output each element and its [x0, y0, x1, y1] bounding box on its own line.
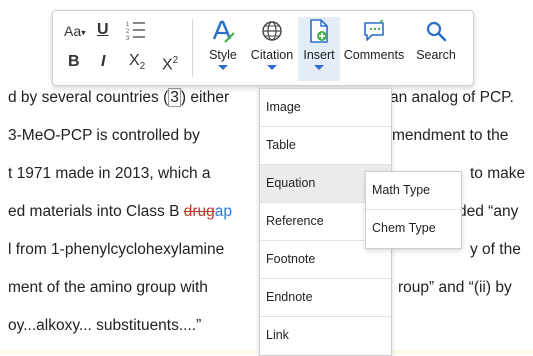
- list-icon: 1 2 3: [126, 22, 145, 42]
- italic-button[interactable]: I: [101, 52, 105, 72]
- toolbar-divider: [192, 19, 193, 77]
- dropdown-arrow-icon: [267, 65, 277, 70]
- style-icon: [212, 20, 235, 43]
- doc-line-1: d by several countries (3) either: [8, 88, 230, 107]
- deleted-text[interactable]: drug: [184, 203, 215, 220]
- superscript-button[interactable]: X2: [162, 51, 178, 75]
- doc-line-7: oy...alkoxy... substituents....”: [8, 317, 202, 334]
- citation-marker[interactable]: 3: [168, 88, 181, 107]
- insert-document-icon: [310, 19, 328, 43]
- list-button[interactable]: 1 2 3: [125, 19, 147, 47]
- svg-text:3: 3: [126, 36, 130, 41]
- equation-submenu: Math Type Chem Type: [365, 171, 462, 249]
- doc-line-4-end: ded “any: [458, 203, 519, 220]
- underline-button[interactable]: U: [97, 20, 109, 40]
- inserted-text[interactable]: ap: [215, 203, 232, 220]
- doc-line-2-end: mendment to the: [392, 127, 509, 144]
- citation-button[interactable]: Citation: [247, 17, 297, 81]
- insert-button[interactable]: Insert: [298, 17, 340, 81]
- globe-icon: [262, 21, 282, 41]
- style-button[interactable]: Style: [200, 17, 246, 81]
- search-icon: [426, 21, 447, 42]
- dropdown-arrow-icon: [314, 65, 324, 70]
- doc-line-5: l from 1-phenylcyclohexylamine: [8, 241, 225, 258]
- search-button[interactable]: Search: [411, 17, 461, 81]
- submenu-item-chem-type[interactable]: Chem Type: [366, 210, 461, 247]
- font-size-button[interactable]: Aa▾: [64, 21, 86, 42]
- menu-item-endnote[interactable]: Endnote: [260, 279, 391, 317]
- comments-button[interactable]: Comments: [341, 17, 407, 81]
- chevron-down-icon: ▾: [81, 27, 86, 38]
- bold-button[interactable]: B: [68, 52, 80, 72]
- comment-icon: [364, 19, 384, 41]
- subscript-button[interactable]: X2: [129, 51, 145, 77]
- doc-line-6: ment of the amino group with: [8, 279, 208, 296]
- dropdown-arrow-icon: [218, 65, 228, 70]
- formatting-toolbar: Aa▾ U 1 2 3 B I X2 X2 Style Citation Ins…: [52, 10, 474, 86]
- menu-item-table[interactable]: Table: [260, 127, 391, 165]
- doc-line-1-end: an analog of PCP.: [390, 89, 514, 106]
- doc-line-6-end: roup” and “(ii) by: [398, 279, 512, 296]
- svg-text:2: 2: [126, 29, 130, 35]
- doc-line-2: 3-MeO-PCP is controlled by: [8, 127, 200, 144]
- svg-text:1: 1: [126, 22, 130, 28]
- doc-line-3-end: to make: [470, 165, 526, 182]
- doc-line-3: t 1971 made in 2013, which a: [8, 165, 211, 182]
- submenu-item-math-type[interactable]: Math Type: [366, 172, 461, 210]
- doc-line-4: ed materials into Class B drugap: [8, 203, 233, 220]
- doc-line-5-end: y of the: [470, 241, 521, 258]
- menu-item-image[interactable]: Image: [260, 89, 391, 127]
- menu-item-link[interactable]: Link: [260, 317, 391, 354]
